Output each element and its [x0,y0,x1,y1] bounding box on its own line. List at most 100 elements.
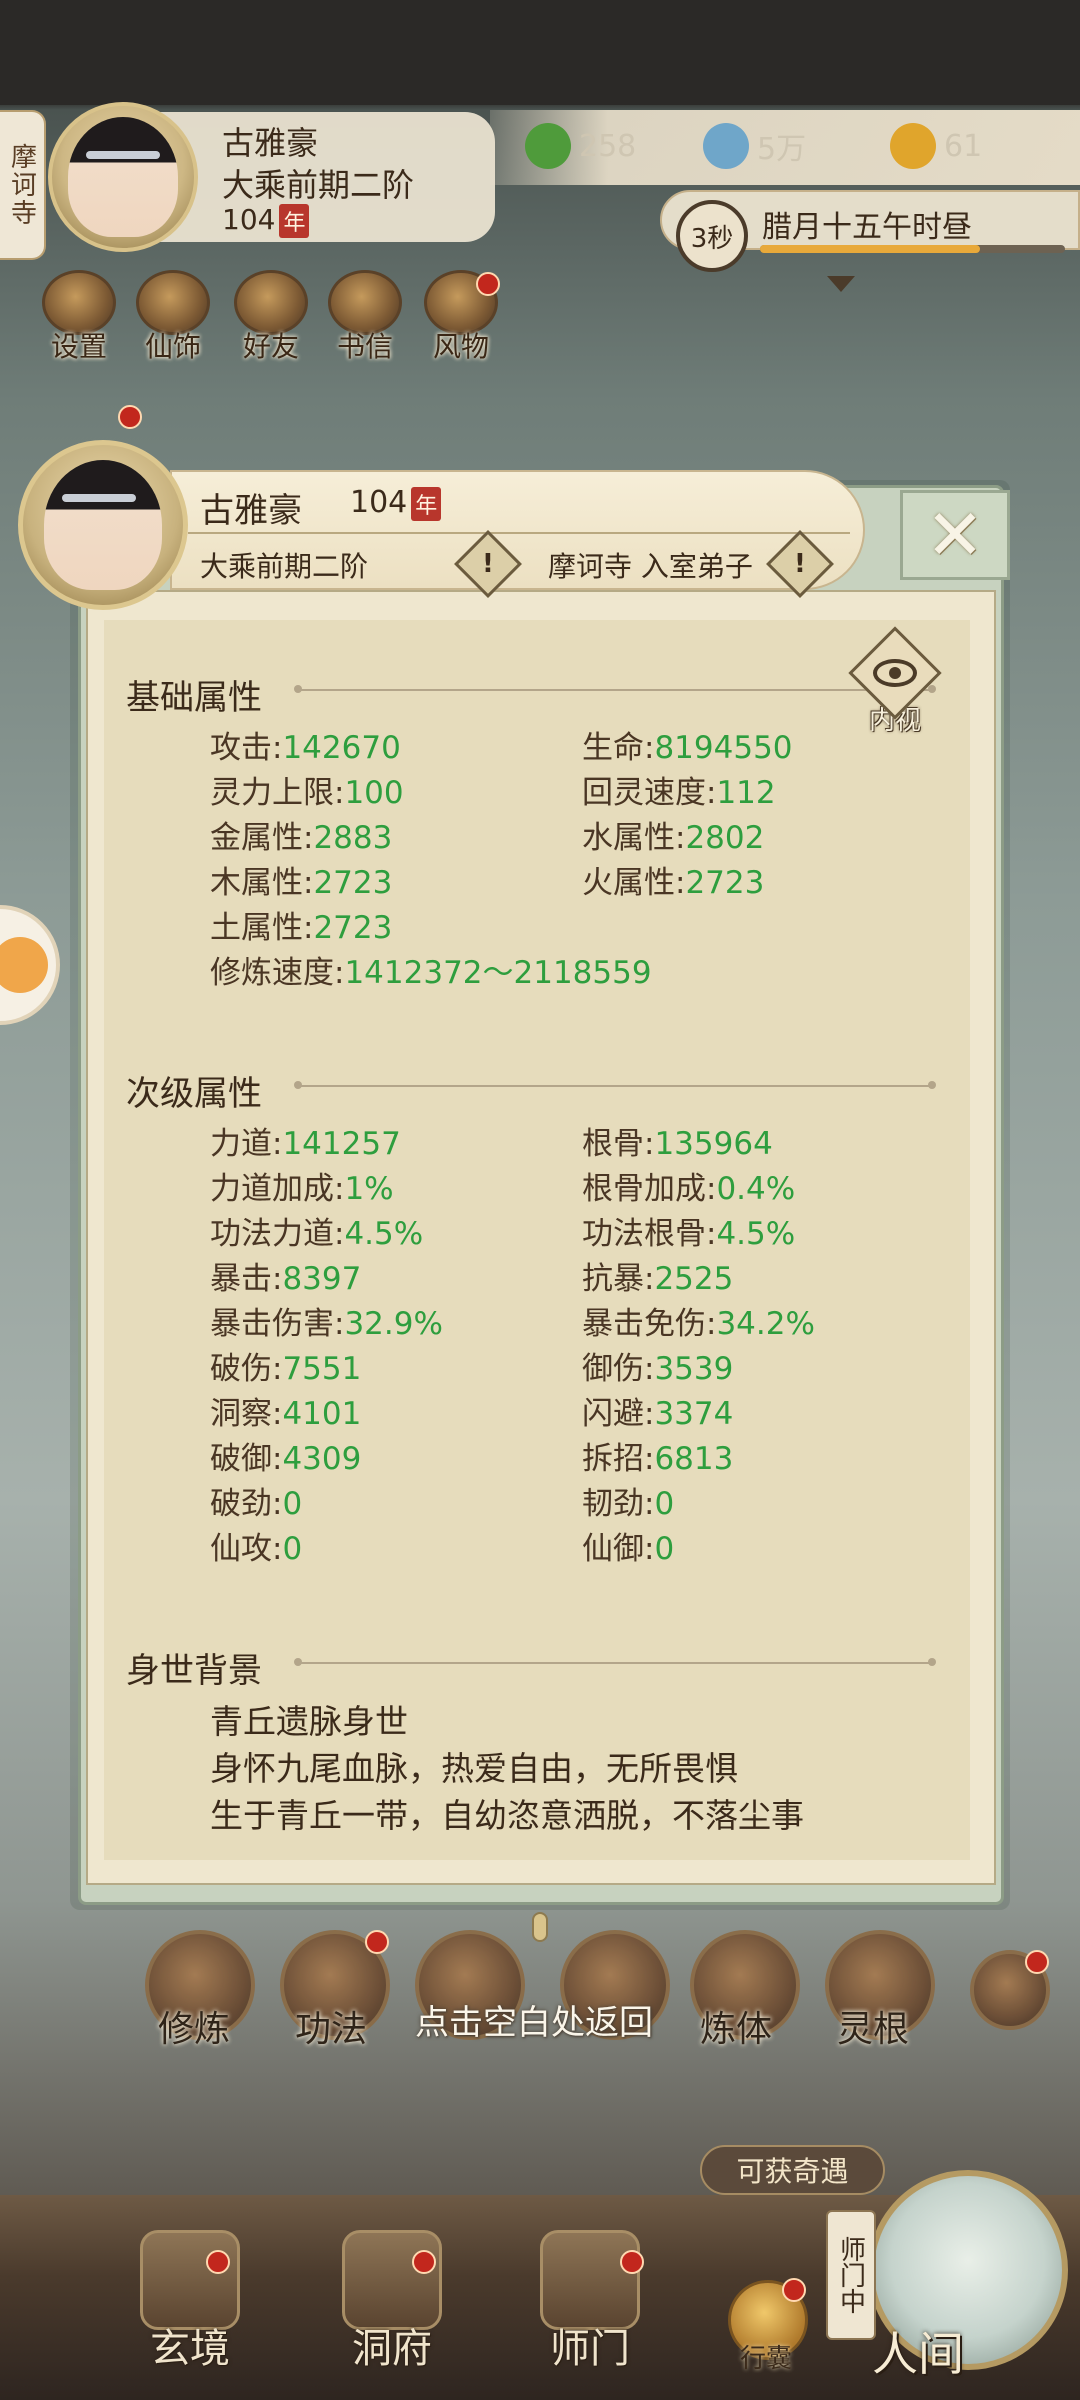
stat-constitution: 根骨:135964 [582,1126,773,1162]
stat-pierce: 破伤:7551 [210,1351,362,1387]
stat-guard: 御伤:3539 [582,1351,734,1387]
nav-label: 师门 [550,2326,630,2372]
close-button[interactable]: ✕ [900,490,1010,580]
stat-crit-resist: 抗暴:2525 [582,1261,734,1297]
player-realm: 大乘前期二阶 [222,166,415,204]
gamepad-icon [0,937,48,993]
stat-fire: 火属性:2723 [582,865,765,901]
return-hint: 点击空白处返回 [415,2003,653,2043]
player-name: 古雅豪 [222,124,319,162]
warning-icon: ! [794,548,806,579]
world-label: 人间 [872,2327,964,2381]
notification-dot [206,2250,230,2274]
stat-skill-strength: 功法力道:4.5% [210,1216,424,1252]
menu-friends[interactable]: 好友 [226,270,316,365]
menu-label: 好友 [242,330,299,363]
nav-label: 洞府 [352,2326,432,2372]
panel-pendant [532,1912,548,1942]
notification-dot [476,272,500,296]
stat-armor-break: 破御:4309 [210,1441,362,1477]
menu-label: 风物 [432,330,489,363]
side-float-button[interactable] [0,905,60,1025]
stat-crit: 暴击:8397 [210,1261,362,1297]
title-divider [188,532,850,534]
panel-player-sect: 摩诃寺 入室弟子 [548,550,753,583]
stat-mana-regen: 回灵速度:112 [582,775,776,811]
jade-leaf-icon [525,123,571,169]
skill-label-body-refine: 炼体 [700,2009,773,2050]
stat-mana-cap: 灵力上限:100 [210,775,404,811]
panel-player-name: 古雅豪 [200,491,302,531]
avatar-face-icon [44,460,162,590]
resource-gold[interactable]: 61 [890,122,982,170]
time-label: 腊月十五午时昼 [762,210,972,245]
resource-jade-value: 258 [579,128,637,164]
bag-label: 行囊 [740,2344,793,2374]
stat-hp: 生命:8194550 [582,730,793,766]
sect-status-tag: 师门中 [826,2210,876,2340]
stat-metal: 金属性:2883 [210,820,393,856]
stat-insight: 洞察:4101 [210,1396,362,1432]
player-avatar[interactable] [48,102,198,252]
nav-cave[interactable]: 洞府 [312,2230,472,2400]
resource-coin-value: 5万 [757,132,807,167]
notification-dot [118,405,142,429]
stat-wood: 木属性:2723 [210,865,393,901]
stat-strength: 力道:141257 [210,1126,401,1162]
temple-badge[interactable]: 摩诃寺 [0,110,46,260]
notification-dot [1025,1950,1049,1974]
section-divider [294,1658,936,1666]
menu-label: 仙饰 [144,330,201,363]
stat-immortal-defense: 仙御:0 [582,1531,675,1567]
eye-icon [848,626,942,720]
menu-costume[interactable]: 仙饰 [128,270,218,365]
basic-attributes-title: 基础属性 [126,678,262,718]
coin-icon [703,123,749,169]
attribute-scroll-area[interactable]: 基础属性 攻击:142670 生命:8194550 灵力上限:100 回灵速度:… [104,620,970,1860]
panel-player-age: 104 年 [350,485,442,521]
stat-dodge: 闪避:3374 [582,1396,734,1432]
stat-crit-damage-reduction: 暴击免伤:34.2% [582,1306,815,1342]
notification-dot [782,2278,806,2302]
notification-dot [412,2250,436,2274]
skill-label-technique: 功法 [295,2009,368,2050]
panel-avatar [18,440,188,610]
notification-dot [620,2250,644,2274]
nav-sect[interactable]: 师门 [510,2230,670,2400]
resource-coin[interactable]: 5万 [703,122,806,170]
nav-label: 玄境 [150,2326,230,2372]
adventure-button[interactable]: 可获奇遇 [700,2145,885,2195]
time-countdown: 3秒 [676,200,748,272]
inner-view-button[interactable]: 内视 [848,626,942,740]
time-progress-bar [760,245,1065,253]
stat-immortal-attack: 仙攻:0 [210,1531,303,1567]
resource-gold-value: 61 [944,128,983,164]
stat-crit-damage: 暴击伤害:32.9% [210,1306,443,1342]
nav-realm[interactable]: 玄境 [110,2230,270,2400]
panel-player-realm: 大乘前期二阶 [200,550,369,583]
stat-tenacity: 韧劲:0 [582,1486,675,1522]
chevron-down-icon[interactable] [827,276,855,292]
stat-skill-constitution: 功法根骨:4.5% [582,1216,796,1252]
section-divider [294,685,936,693]
menu-label: 书信 [336,330,393,363]
stat-water: 水属性:2802 [582,820,765,856]
scroll-icon [140,2230,240,2330]
skill-label-cultivate: 修炼 [158,2009,231,2050]
secondary-attributes-title: 次级属性 [126,1074,262,1114]
menu-label: 设置 [50,330,107,363]
resource-jade[interactable]: 258 [525,122,636,170]
notification-dot [365,1930,389,1954]
stat-earth: 土属性:2723 [210,910,393,946]
skill-label-spirit-root: 灵根 [837,2009,910,2050]
menu-letters[interactable]: 书信 [320,270,410,365]
menu-settings[interactable]: 设置 [34,270,124,365]
background-line: 青丘遗脉身世 [210,1702,408,1741]
stat-cultivation-speed: 修炼速度:1412372～2118559 [210,955,652,991]
stat-force-break: 破劲:0 [210,1486,303,1522]
avatar-face-icon [68,117,178,237]
warning-icon: ! [482,548,494,579]
background-title: 身世背景 [126,1651,262,1691]
stat-strength-bonus: 力道加成:1% [210,1171,394,1207]
background-line: 身怀九尾血脉，热爱自由，无所畏惧 [210,1749,738,1788]
